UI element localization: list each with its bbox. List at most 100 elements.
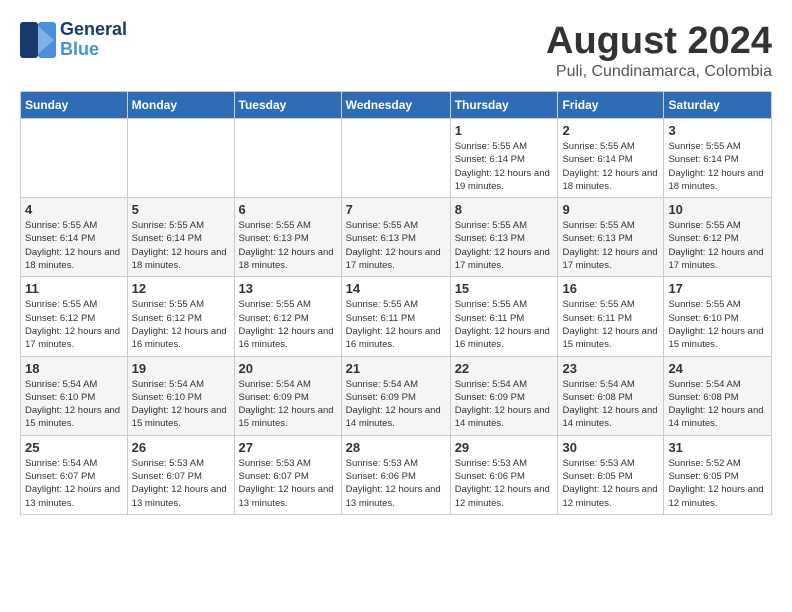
calendar-day-cell <box>127 119 234 198</box>
day-number: 21 <box>346 361 446 376</box>
calendar-day-cell: 5 Sunrise: 5:55 AMSunset: 6:14 PMDaylight… <box>127 198 234 277</box>
calendar-day-cell: 6Sunrise: 5:55 AMSunset: 6:13 PMDaylight… <box>234 198 341 277</box>
day-info: Sunrise: 5:54 AMSunset: 6:08 PMDaylight:… <box>668 378 767 431</box>
month-title: August 2024 <box>546 20 772 63</box>
day-number: 29 <box>455 440 554 455</box>
calendar-day-cell: 20 Sunrise: 5:54 AMSunset: 6:09 PMDayligh… <box>234 356 341 435</box>
day-number: 10 <box>668 202 767 217</box>
calendar-day-cell: 4Sunrise: 5:55 AMSunset: 6:14 PMDaylight… <box>21 198 128 277</box>
day-number: 17 <box>668 281 767 296</box>
day-number: 1 <box>455 123 554 138</box>
calendar-day-cell: 23 Sunrise: 5:54 AMSunset: 6:08 PMDayligh… <box>558 356 664 435</box>
calendar-week-row: 25 Sunrise: 5:54 AMSunset: 6:07 PMDayligh… <box>21 435 772 514</box>
day-info: Sunrise: 5:55 AMSunset: 6:14 PMDaylight:… <box>562 140 659 193</box>
day-number: 2 <box>562 123 659 138</box>
weekday-header: Monday <box>127 92 234 119</box>
day-number: 19 <box>132 361 230 376</box>
calendar-week-row: 18 Sunrise: 5:54 AMSunset: 6:10 PMDayligh… <box>21 356 772 435</box>
calendar-day-cell: 29Sunrise: 5:53 AMSunset: 6:06 PMDayligh… <box>450 435 558 514</box>
weekday-header: Sunday <box>21 92 128 119</box>
day-number: 22 <box>455 361 554 376</box>
calendar-day-cell: 13Sunrise: 5:55 AMSunset: 6:12 PMDayligh… <box>234 277 341 356</box>
day-number: 4 <box>25 202 123 217</box>
day-info: Sunrise: 5:54 AMSunset: 6:07 PMDaylight:… <box>25 457 123 510</box>
day-info: Sunrise: 5:53 AMSunset: 6:06 PMDaylight:… <box>346 457 446 510</box>
calendar-header-row: SundayMondayTuesdayWednesdayThursdayFrid… <box>21 92 772 119</box>
calendar-day-cell: 9Sunrise: 5:55 AMSunset: 6:13 PMDaylight… <box>558 198 664 277</box>
calendar-day-cell: 28 Sunrise: 5:53 AMSunset: 6:06 PMDayligh… <box>341 435 450 514</box>
calendar-week-row: 4 Sunrise: 5:55 AMSunset: 6:14 PMDaylight… <box>21 198 772 277</box>
day-number: 8 <box>455 202 554 217</box>
day-info: Sunrise: 5:54 AMSunset: 6:08 PMDaylight:… <box>562 378 659 431</box>
calendar-day-cell: 10 Sunrise: 5:55 AMSunset: 6:12 PMDayligh… <box>664 198 772 277</box>
day-number: 27 <box>239 440 337 455</box>
day-info: Sunrise: 5:54 AMSunset: 6:09 PMDaylight:… <box>346 378 446 431</box>
weekday-header: Friday <box>558 92 664 119</box>
day-number: 30 <box>562 440 659 455</box>
day-info: Sunrise: 5:55 AMSunset: 6:12 PMDaylight:… <box>668 219 767 272</box>
calendar-day-cell: 7 Sunrise: 5:55 AMSunset: 6:13 PMDaylight… <box>341 198 450 277</box>
day-info: Sunrise: 5:55 AMSunset: 6:11 PMDaylight:… <box>455 298 554 351</box>
day-number: 15 <box>455 281 554 296</box>
calendar-day-cell: 16 Sunrise: 5:55 AMSunset: 6:11 PMDayligh… <box>558 277 664 356</box>
day-number: 24 <box>668 361 767 376</box>
calendar-day-cell: 25 Sunrise: 5:54 AMSunset: 6:07 PMDayligh… <box>21 435 128 514</box>
calendar-day-cell: 27 Sunrise: 5:53 AMSunset: 6:07 PMDayligh… <box>234 435 341 514</box>
calendar: SundayMondayTuesdayWednesdayThursdayFrid… <box>20 91 772 515</box>
calendar-day-cell <box>21 119 128 198</box>
day-number: 16 <box>562 281 659 296</box>
calendar-day-cell: 22Sunrise: 5:54 AMSunset: 6:09 PMDayligh… <box>450 356 558 435</box>
day-info: Sunrise: 5:55 AMSunset: 6:13 PMDaylight:… <box>562 219 659 272</box>
calendar-day-cell: 26 Sunrise: 5:53 AMSunset: 6:07 PMDayligh… <box>127 435 234 514</box>
calendar-day-cell: 15 Sunrise: 5:55 AMSunset: 6:11 PMDayligh… <box>450 277 558 356</box>
weekday-header: Thursday <box>450 92 558 119</box>
calendar-week-row: 11 Sunrise: 5:55 AMSunset: 6:12 PMDayligh… <box>21 277 772 356</box>
day-number: 26 <box>132 440 230 455</box>
weekday-header: Tuesday <box>234 92 341 119</box>
day-info: Sunrise: 5:55 AMSunset: 6:10 PMDaylight:… <box>668 298 767 351</box>
day-number: 11 <box>25 281 123 296</box>
day-info: Sunrise: 5:53 AMSunset: 6:07 PMDaylight:… <box>239 457 337 510</box>
location: Puli, Cundinamarca, Colombia <box>546 63 772 81</box>
day-number: 7 <box>346 202 446 217</box>
calendar-day-cell: 21 Sunrise: 5:54 AMSunset: 6:09 PMDayligh… <box>341 356 450 435</box>
day-number: 25 <box>25 440 123 455</box>
calendar-day-cell: 11 Sunrise: 5:55 AMSunset: 6:12 PMDayligh… <box>21 277 128 356</box>
day-info: Sunrise: 5:55 AMSunset: 6:11 PMDaylight:… <box>562 298 659 351</box>
day-info: Sunrise: 5:54 AMSunset: 6:09 PMDaylight:… <box>239 378 337 431</box>
calendar-day-cell: 24 Sunrise: 5:54 AMSunset: 6:08 PMDayligh… <box>664 356 772 435</box>
day-info: Sunrise: 5:54 AMSunset: 6:10 PMDaylight:… <box>25 378 123 431</box>
day-info: Sunrise: 5:55 AMSunset: 6:12 PMDaylight:… <box>25 298 123 351</box>
day-info: Sunrise: 5:54 AMSunset: 6:10 PMDaylight:… <box>132 378 230 431</box>
day-number: 18 <box>25 361 123 376</box>
weekday-header: Saturday <box>664 92 772 119</box>
calendar-day-cell: 14 Sunrise: 5:55 AMSunset: 6:11 PMDayligh… <box>341 277 450 356</box>
day-number: 31 <box>668 440 767 455</box>
day-info: Sunrise: 5:55 AMSunset: 6:13 PMDaylight:… <box>346 219 446 272</box>
weekday-header: Wednesday <box>341 92 450 119</box>
logo-icon <box>20 22 56 58</box>
day-info: Sunrise: 5:53 AMSunset: 6:07 PMDaylight:… <box>132 457 230 510</box>
day-number: 23 <box>562 361 659 376</box>
calendar-day-cell: 2 Sunrise: 5:55 AMSunset: 6:14 PMDaylight… <box>558 119 664 198</box>
day-info: Sunrise: 5:55 AMSunset: 6:13 PMDaylight:… <box>239 219 337 272</box>
calendar-day-cell: 3Sunrise: 5:55 AMSunset: 6:14 PMDaylight… <box>664 119 772 198</box>
day-number: 28 <box>346 440 446 455</box>
calendar-day-cell: 18 Sunrise: 5:54 AMSunset: 6:10 PMDayligh… <box>21 356 128 435</box>
calendar-day-cell <box>341 119 450 198</box>
calendar-day-cell: 1Sunrise: 5:55 AMSunset: 6:14 PMDaylight… <box>450 119 558 198</box>
logo-blue: Blue <box>60 39 99 59</box>
day-number: 3 <box>668 123 767 138</box>
calendar-week-row: 1 Sunrise: 5:55 AMSunset: 6:14 PMDaylight… <box>21 119 772 198</box>
calendar-day-cell: 19 Sunrise: 5:54 AMSunset: 6:10 PMDayligh… <box>127 356 234 435</box>
day-info: Sunrise: 5:55 AMSunset: 6:14 PMDaylight:… <box>132 219 230 272</box>
day-number: 14 <box>346 281 446 296</box>
day-info: Sunrise: 5:55 AMSunset: 6:12 PMDaylight:… <box>132 298 230 351</box>
calendar-day-cell: 17 Sunrise: 5:55 AMSunset: 6:10 PMDayligh… <box>664 277 772 356</box>
day-number: 20 <box>239 361 337 376</box>
day-number: 5 <box>132 202 230 217</box>
day-info: Sunrise: 5:55 AMSunset: 6:11 PMDaylight:… <box>346 298 446 351</box>
calendar-day-cell: 8Sunrise: 5:55 AMSunset: 6:13 PMDaylight… <box>450 198 558 277</box>
calendar-day-cell: 12Sunrise: 5:55 AMSunset: 6:12 PMDayligh… <box>127 277 234 356</box>
calendar-day-cell <box>234 119 341 198</box>
